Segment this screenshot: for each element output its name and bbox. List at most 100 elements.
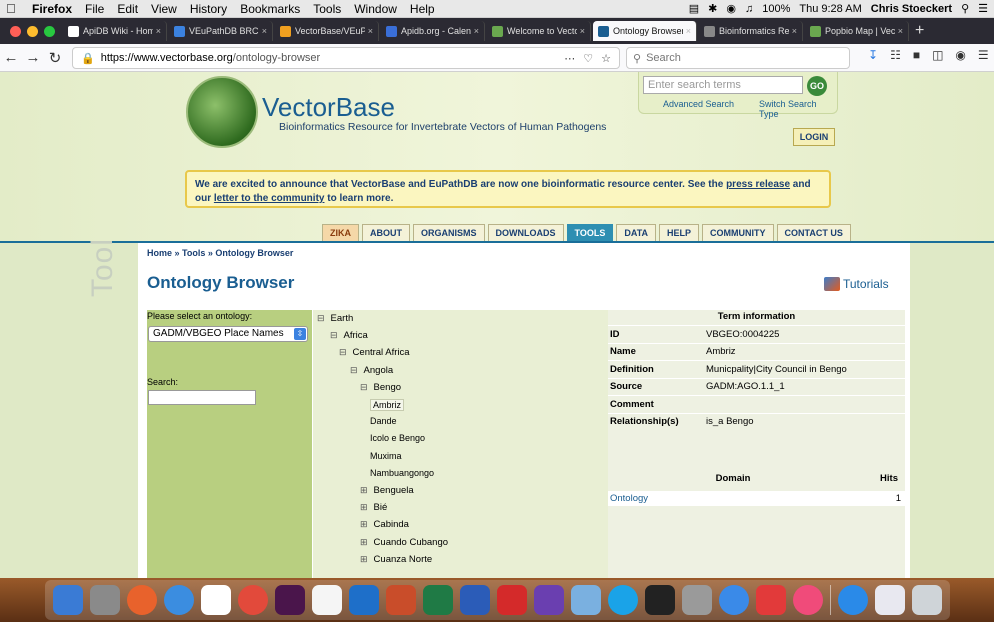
- notification-center-icon[interactable]: ☰: [978, 2, 988, 15]
- browser-tab[interactable]: Ontology Browser ×: [593, 21, 697, 41]
- nav-tools[interactable]: TOOLS: [566, 224, 614, 242]
- switch-search-type-link[interactable]: Switch Search Type: [759, 99, 837, 119]
- close-tab-icon[interactable]: ×: [898, 26, 903, 36]
- collapse-icon[interactable]: ⊟: [317, 313, 325, 324]
- collapse-icon[interactable]: ⊟: [330, 330, 338, 341]
- dock-visual-studio-icon[interactable]: [533, 585, 564, 615]
- menu-bookmarks[interactable]: Bookmarks: [240, 2, 300, 16]
- bookmark-star-icon[interactable]: ☆: [601, 52, 611, 65]
- zoom-window-button[interactable]: [44, 25, 55, 37]
- collapse-icon[interactable]: ⊟: [360, 382, 368, 393]
- close-tab-icon[interactable]: ×: [156, 26, 161, 36]
- dock-skype-icon[interactable]: [607, 585, 638, 615]
- dock-f5-icon[interactable]: [755, 585, 786, 615]
- expand-icon[interactable]: ⊞: [360, 537, 368, 548]
- login-button[interactable]: LOGIN: [793, 128, 835, 146]
- site-title[interactable]: VectorBase: [262, 92, 395, 123]
- dock-acrobat-icon[interactable]: [496, 585, 527, 615]
- ontology-select[interactable]: GADM/VBGEO Place Names ⇳: [148, 326, 308, 342]
- back-icon[interactable]: ←: [0, 49, 22, 66]
- wifi-icon[interactable]: ◉: [726, 2, 736, 15]
- spotlight-icon[interactable]: ⚲: [961, 2, 969, 15]
- tree-node[interactable]: Ambriz: [370, 399, 405, 411]
- expand-icon[interactable]: ⊞: [360, 519, 368, 530]
- mosquito-logo[interactable]: [186, 76, 258, 148]
- collapse-icon[interactable]: ⊟: [350, 365, 358, 376]
- close-tab-icon[interactable]: ×: [792, 26, 797, 36]
- close-window-button[interactable]: [10, 25, 21, 37]
- tree-node[interactable]: Muxima: [370, 451, 402, 461]
- browser-tab[interactable]: Popbio Map | Vect ×: [805, 21, 909, 41]
- dock-app-store-icon[interactable]: [837, 585, 868, 615]
- close-tab-icon[interactable]: ×: [368, 26, 373, 36]
- clock[interactable]: Thu 9:28 AM: [799, 3, 861, 15]
- sidebar-icon[interactable]: ◫: [932, 48, 943, 62]
- account-icon[interactable]: ◉: [955, 48, 965, 62]
- dock-excel-icon[interactable]: [422, 585, 453, 615]
- dock-powerpoint-icon[interactable]: [385, 585, 416, 615]
- letter-to-community-link[interactable]: letter to the community: [214, 193, 325, 204]
- shield-status-icon[interactable]: ▤: [689, 2, 699, 15]
- close-tab-icon[interactable]: ×: [474, 26, 479, 36]
- dock-outlook-icon[interactable]: [348, 585, 379, 615]
- url-bar[interactable]: 🔒 https://www.vectorbase.org/ontology-br…: [72, 47, 620, 69]
- dock-preview-icon[interactable]: [570, 585, 601, 615]
- dock-chrome-icon[interactable]: [237, 585, 268, 615]
- reload-icon[interactable]: ↻: [44, 49, 66, 67]
- dock-trash-icon[interactable]: [911, 585, 942, 615]
- dock-word-icon[interactable]: [459, 585, 490, 615]
- page-actions-icon[interactable]: ⋯: [564, 52, 575, 65]
- pdf-icon[interactable]: ■: [913, 48, 920, 62]
- dock-messages-icon[interactable]: [718, 585, 749, 615]
- expand-icon[interactable]: ⊞: [360, 554, 368, 565]
- nav-data[interactable]: DATA: [616, 224, 657, 242]
- browser-tab[interactable]: ApiDB Wiki - Home ×: [63, 21, 167, 41]
- nav-help[interactable]: HELP: [659, 224, 700, 242]
- bluetooth-icon[interactable]: ✱: [708, 2, 717, 15]
- user-name[interactable]: Chris Stoeckert: [871, 3, 952, 15]
- tree-node[interactable]: ⊞ Cuando Cubango: [360, 537, 448, 548]
- dock-calculator-icon[interactable]: [681, 585, 712, 615]
- tree-node[interactable]: ⊟ Africa: [330, 330, 368, 341]
- browser-tab[interactable]: VEuPathDB BRC - ×: [169, 21, 273, 41]
- nav-community[interactable]: COMMUNITY: [702, 224, 774, 242]
- nav-downloads[interactable]: DOWNLOADS: [487, 224, 564, 242]
- browser-tab[interactable]: Welcome to Vecto ×: [487, 21, 591, 41]
- close-tab-icon[interactable]: ×: [580, 26, 585, 36]
- forward-icon[interactable]: →: [22, 49, 44, 66]
- dock-terminal-icon[interactable]: [644, 585, 675, 615]
- apple-icon[interactable]: : [6, 1, 20, 16]
- nav-contact-us[interactable]: CONTACT US: [776, 224, 851, 242]
- dock-slack-icon[interactable]: [274, 585, 305, 615]
- tree-node[interactable]: ⊞ Benguela: [360, 485, 414, 496]
- menu-help[interactable]: Help: [410, 2, 435, 16]
- nav-organisms[interactable]: ORGANISMS: [413, 224, 485, 242]
- menu-window[interactable]: Window: [354, 2, 397, 16]
- tree-node[interactable]: ⊞ Cuanza Norte: [360, 554, 432, 565]
- dock-firefox-icon[interactable]: [126, 585, 157, 615]
- menu-edit[interactable]: Edit: [117, 2, 138, 16]
- pocket-icon[interactable]: ♡: [583, 52, 593, 65]
- advanced-search-link[interactable]: Advanced Search: [663, 99, 734, 109]
- dock-calendar-icon[interactable]: [200, 585, 231, 615]
- breadcrumb[interactable]: Home » Tools » Ontology Browser: [147, 248, 293, 258]
- close-tab-icon[interactable]: ×: [686, 26, 691, 36]
- tree-node[interactable]: ⊟ Bengo: [360, 382, 401, 393]
- browser-tab[interactable]: Bioinformatics Res ×: [699, 21, 803, 41]
- dock-documents-icon[interactable]: [874, 585, 905, 615]
- dock-system-preferences-icon[interactable]: [89, 585, 120, 615]
- menu-view[interactable]: View: [151, 2, 177, 16]
- dock-itunes-icon[interactable]: [792, 585, 823, 615]
- site-search-input[interactable]: Enter search terms: [643, 76, 803, 94]
- browser-tab[interactable]: VectorBase/VEuPa ×: [275, 21, 379, 41]
- dock-textedit-icon[interactable]: [311, 585, 342, 615]
- download-icon[interactable]: ↧: [868, 48, 878, 62]
- tree-node[interactable]: ⊟ Angola: [350, 365, 393, 376]
- dock-finder-icon[interactable]: [52, 585, 83, 615]
- library-icon[interactable]: ☷: [890, 48, 901, 62]
- menu-icon[interactable]: ☰: [978, 48, 989, 62]
- expand-icon[interactable]: ⊞: [360, 485, 368, 496]
- press-release-link[interactable]: press release: [726, 179, 790, 190]
- tree-node[interactable]: ⊟ Earth: [317, 313, 353, 324]
- tree-node[interactable]: ⊟ Central Africa: [339, 347, 410, 358]
